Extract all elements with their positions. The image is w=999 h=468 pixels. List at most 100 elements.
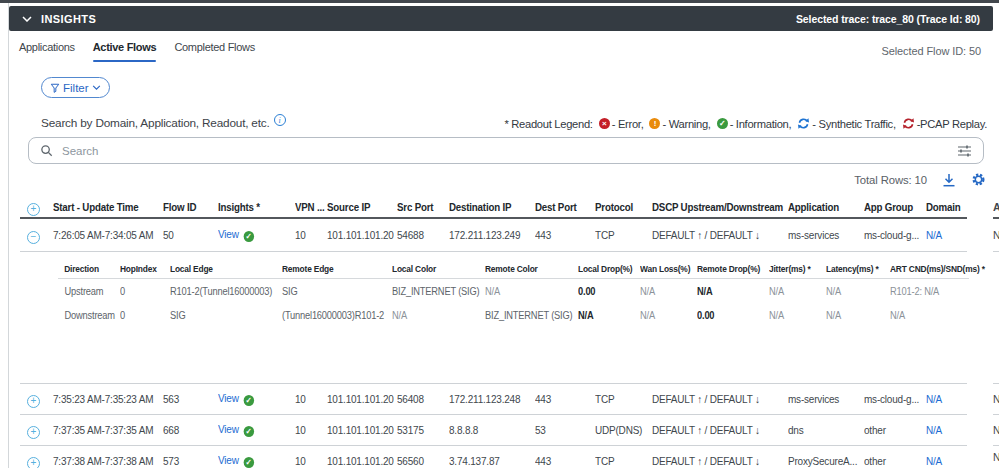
hop-cell-direction: Downstream — [58, 310, 116, 321]
download-icon[interactable] — [942, 173, 956, 187]
hop-cell-local_edge: SIG — [170, 310, 274, 321]
view-insights-link[interactable]: View — [218, 454, 239, 466]
hops-column-header: Local Color — [392, 263, 474, 274]
expand-all-icon[interactable]: + — [27, 203, 40, 216]
info-icon[interactable]: i — [274, 114, 286, 126]
cell-application: ms-services — [788, 229, 860, 241]
hops-column-header: Jitter(ms) * — [769, 263, 819, 274]
cell-domain: N/A — [926, 229, 963, 241]
panel-title: INSIGHTS — [41, 13, 96, 25]
expand-cell: + — [20, 390, 53, 408]
column-header: Src Port — [397, 201, 444, 213]
cell-source_ip: 101.101.101.20 — [327, 455, 394, 467]
collapse-row-icon[interactable]: − — [27, 231, 40, 244]
collapse-chevron-icon[interactable] — [22, 16, 32, 22]
cell-insights: View ✓ — [218, 423, 291, 437]
domain-link[interactable]: N/A — [926, 393, 942, 405]
cell-dest_port: 443 — [535, 229, 592, 241]
cell-dest_port: 53 — [535, 424, 592, 436]
selected-trace-label: Selected trace: trace_80 (Trace Id: 80) — [796, 13, 980, 25]
overflow-column-header: A — [993, 197, 999, 219]
expand-row-icon[interactable]: + — [27, 395, 40, 408]
synthetic-traffic-icon — [797, 117, 810, 130]
panel-left-border — [8, 3, 9, 468]
view-insights-link[interactable]: View — [218, 423, 239, 435]
cell-dest_ip: 172.211.123.248 — [449, 393, 531, 405]
flow-row: +7:35:23 AM-7:35:23 AM563View✓10101.101.… — [20, 383, 967, 414]
gear-icon[interactable] — [971, 172, 986, 187]
domain-link[interactable]: N/A — [926, 229, 942, 241]
tab-active-flows[interactable]: Active Flows — [93, 41, 157, 62]
hop-cell-remote_drop: N/A — [697, 286, 764, 297]
table-toolbar: Total Rows: 10 — [854, 172, 986, 187]
search-hint-label: Search by Domain, Application, Readout, … — [41, 116, 286, 130]
column-header: Flow ID — [163, 201, 213, 213]
hops-column-header: HopIndex — [120, 263, 164, 274]
hop-cell-direction: Upstream — [58, 286, 116, 297]
column-header: App Group — [864, 201, 920, 213]
cell-application: dns — [788, 424, 860, 436]
cell-dscp: DEFAULT ↑ / DEFAULT ↓ — [652, 393, 781, 405]
cell-application: ProxySecureA... — [788, 455, 860, 467]
hop-cell-hop_index: 0 — [120, 286, 167, 297]
hop-cell-wan_loss: N/A — [640, 310, 693, 321]
column-header: Domain — [926, 201, 961, 213]
hop-cell-local_drop: 0.00 — [578, 286, 636, 297]
hop-cell-remote_edge: SIG — [282, 286, 384, 297]
cell-dest_ip: 172.211.123.249 — [449, 229, 531, 241]
pcap-replay-icon — [902, 117, 915, 130]
cell-source_ip: 101.101.101.20 — [327, 424, 394, 436]
cell-insights: View✓ — [218, 392, 291, 406]
expand-row-icon[interactable]: + — [27, 457, 40, 468]
expand-cell: − — [20, 226, 53, 244]
tab-completed-flows[interactable]: Completed Flows — [174, 41, 254, 62]
cell-flow_id: 563 — [163, 393, 215, 405]
cell-flow_id: 573 — [163, 455, 215, 467]
information-readout-icon: ✓ — [243, 426, 253, 437]
cell-time: 7:37:38 AM-7:37:38 AM — [53, 455, 158, 467]
search-hint-text: Search by Domain, Application, Readout, … — [41, 116, 270, 130]
active-flows-table: +Start - Update TimeFlow IDInsights *VPN… — [20, 197, 967, 468]
view-insights-link[interactable]: View — [218, 392, 239, 404]
expand-row-icon[interactable]: + — [27, 426, 40, 439]
hop-row: Downstream0SIG(Tunnel16000003)R101-2N/AB… — [58, 303, 969, 327]
funnel-icon — [50, 83, 60, 93]
search-input[interactable]: Search — [28, 137, 984, 164]
cell-dest_ip: 3.74.137.87 — [449, 455, 531, 467]
hops-header-row: DirectionHopIndexLocal EdgeRemote EdgeLo… — [58, 258, 969, 279]
hops-column-header: Direction — [58, 263, 113, 274]
cell-vpn: 10 — [295, 229, 325, 241]
readout-legend: * Readout Legend: ×- Error, !- Warning, … — [504, 117, 987, 130]
hop-cell-local_drop: N/A — [578, 310, 636, 321]
cell-time: 7:26:05 AM-7:34:05 AM — [53, 229, 158, 241]
flow-row: +7:37:35 AM-7:37:35 AM668View✓10101.101.… — [20, 414, 967, 445]
cell-protocol: TCP — [595, 229, 649, 241]
cell-application: ms-services — [788, 393, 860, 405]
hops-column-header: Remote Drop(%) — [697, 263, 760, 274]
overflow-cell: N — [993, 219, 999, 252]
selected-flow-id-label: Selected Flow ID: 50 — [882, 45, 982, 57]
total-rows-label: Total Rows: 10 — [854, 174, 927, 186]
cell-src_port: 56408 — [397, 393, 446, 405]
domain-link[interactable]: N/A — [926, 424, 942, 436]
filter-lines-icon[interactable] — [957, 145, 972, 157]
column-header: Source IP — [327, 201, 390, 213]
cell-domain: N/A — [926, 424, 963, 436]
view-insights-link[interactable]: View — [218, 228, 239, 240]
panel-top-edge — [0, 0, 999, 3]
flow-row: +7:37:38 AM-7:37:38 AM573View✓10101.101.… — [20, 445, 967, 468]
hop-cell-wan_loss: N/A — [640, 286, 693, 297]
hop-cell-local_color: N/A — [392, 310, 478, 321]
cell-vpn: 10 — [295, 393, 325, 405]
tab-bar: Applications Active Flows Completed Flow… — [19, 41, 255, 62]
domain-link[interactable]: N/A — [926, 455, 942, 467]
legend-prefix: * Readout Legend: — [504, 118, 592, 130]
hop-cell-remote_color: N/A — [485, 286, 571, 297]
insights-section-header[interactable]: INSIGHTS Selected trace: trace_80 (Trace… — [9, 6, 993, 31]
tab-applications[interactable]: Applications — [19, 41, 75, 62]
cell-app_group: ms-cloud-g... — [864, 229, 923, 241]
cell-domain: N/A — [926, 393, 963, 405]
error-icon: × — [599, 118, 610, 129]
filter-button[interactable]: Filter — [41, 77, 110, 98]
column-header: Application — [788, 201, 856, 213]
